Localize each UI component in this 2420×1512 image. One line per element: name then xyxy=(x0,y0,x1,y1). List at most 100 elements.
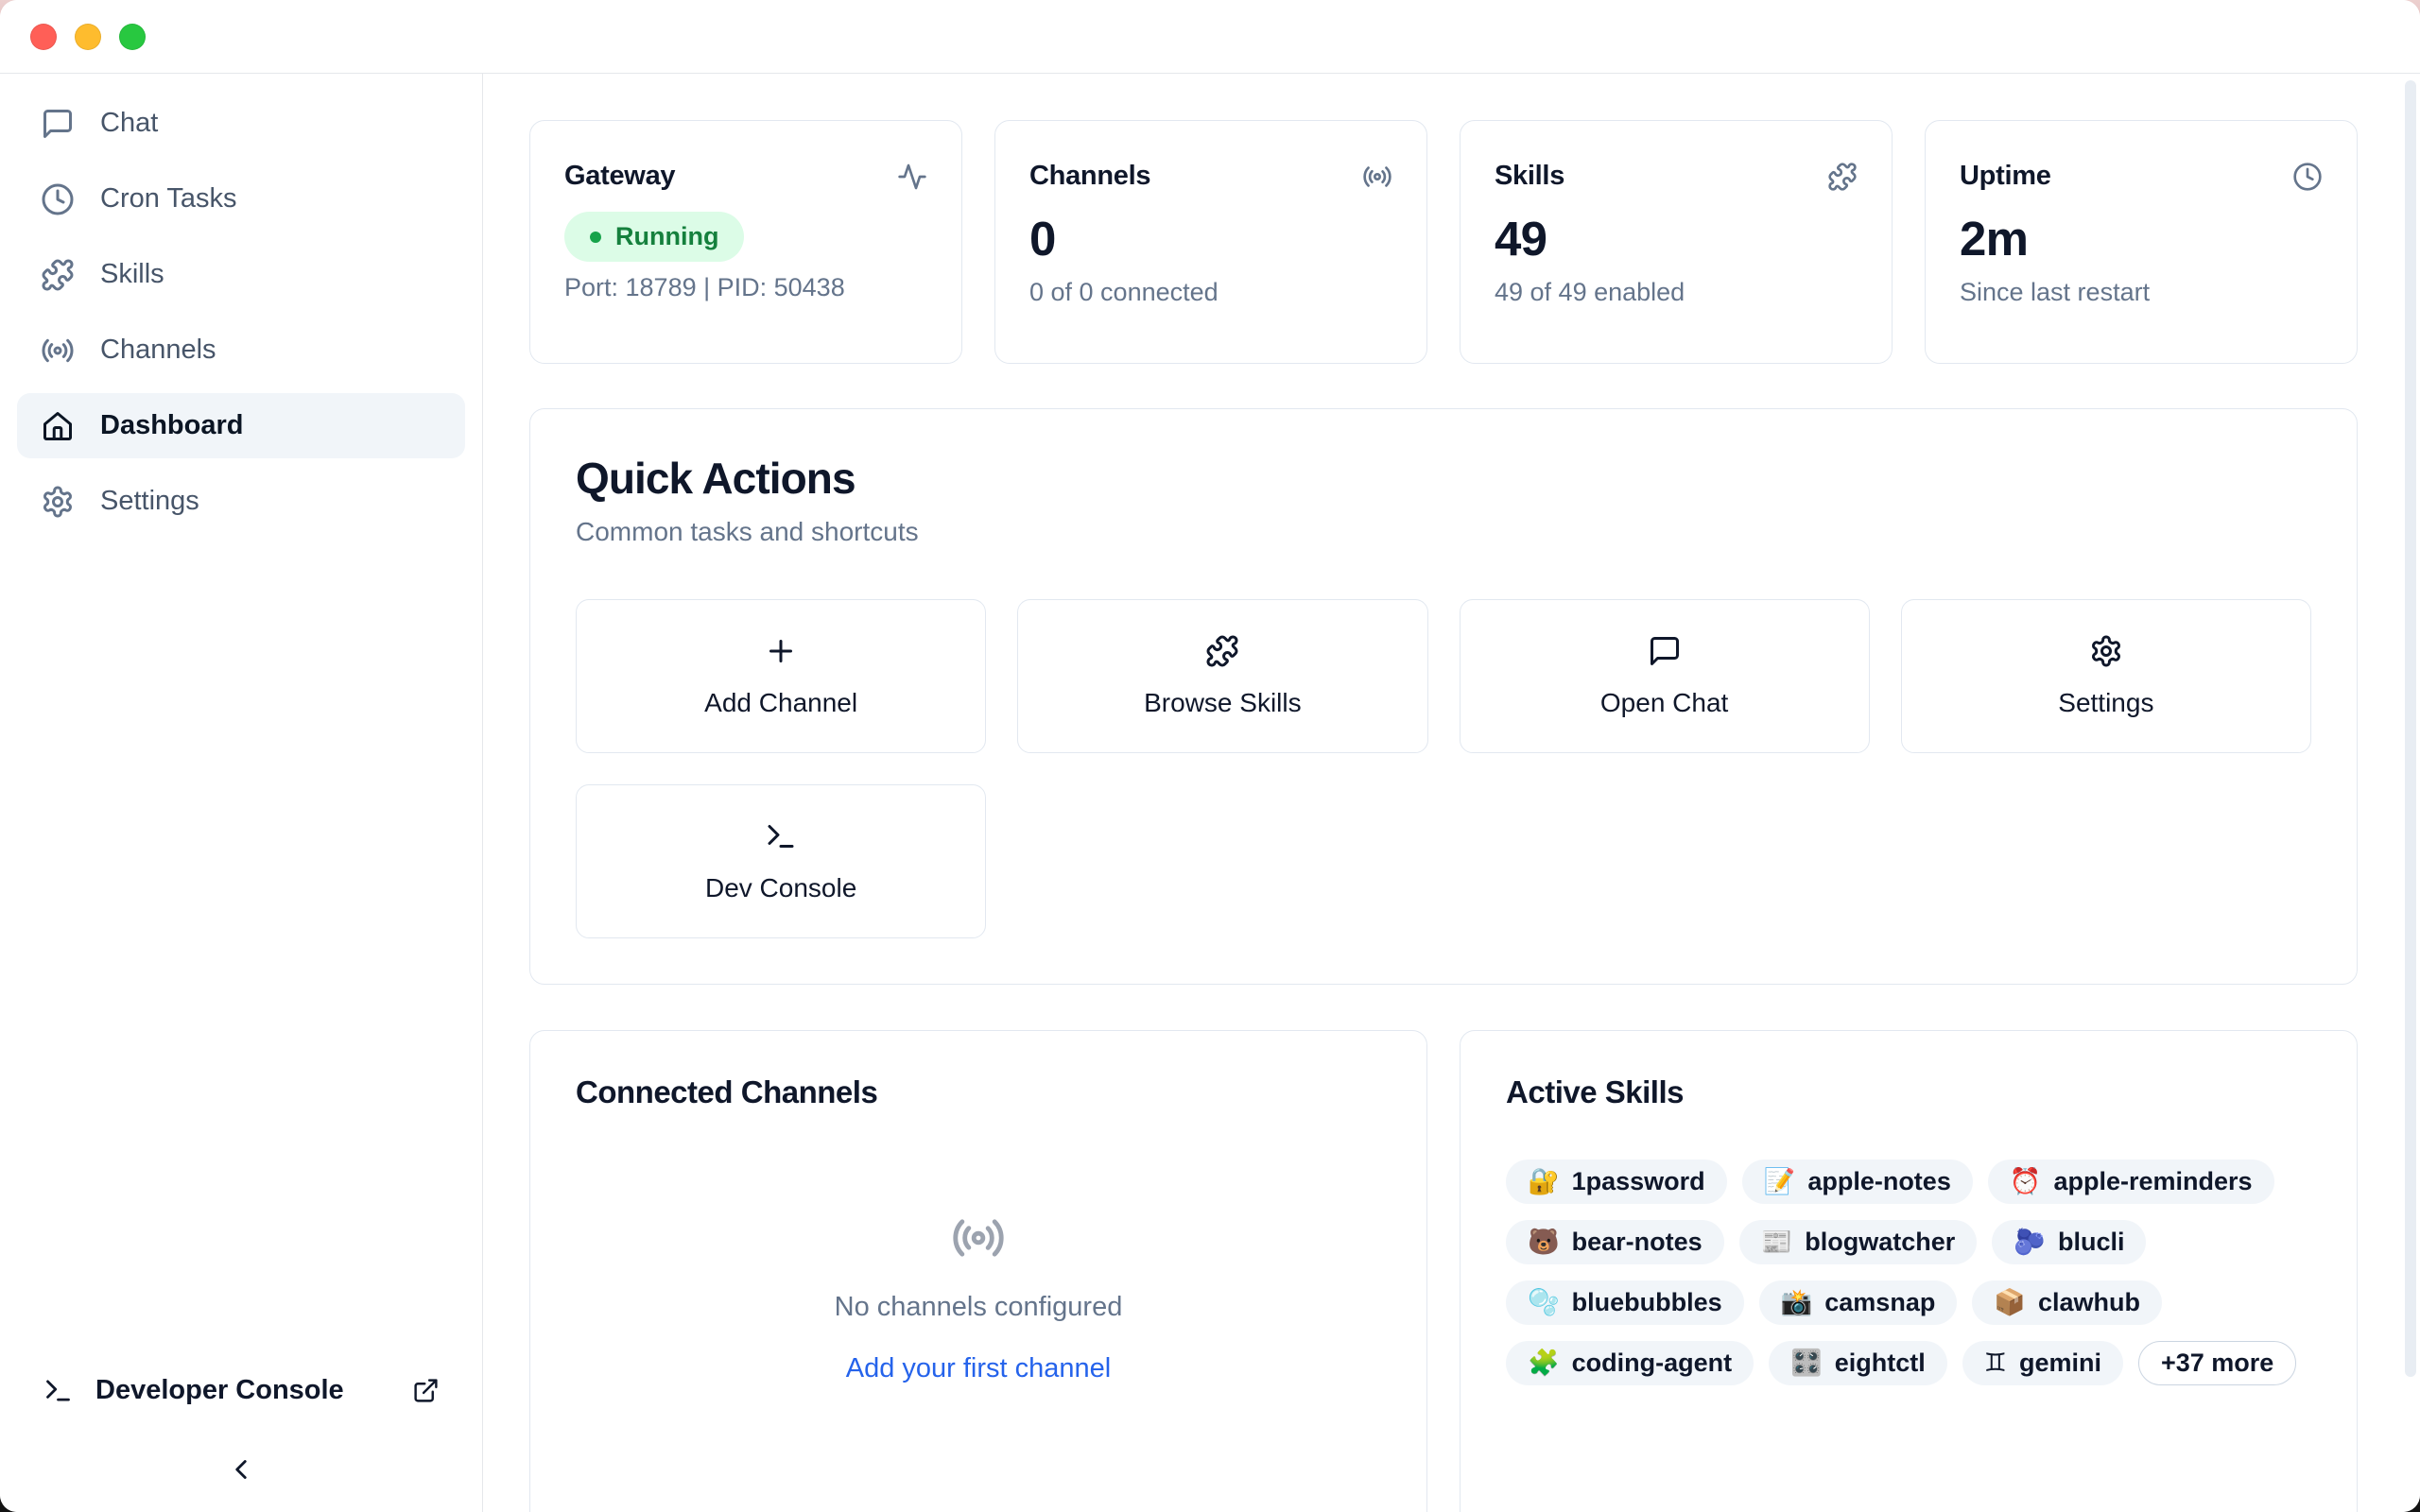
stat-card-header: Uptime xyxy=(1960,161,2323,192)
stat-card-value: 49 xyxy=(1495,211,1858,266)
puzzle-icon xyxy=(1827,162,1858,192)
home-icon xyxy=(41,409,75,443)
skill-badge-clawhub: 📦clawhub xyxy=(1972,1280,2162,1325)
stat-card-value: 2m xyxy=(1960,211,2323,266)
minimize-window-button[interactable] xyxy=(75,24,101,50)
clock-icon xyxy=(41,182,75,216)
skill-emoji-icon: 🐻 xyxy=(1528,1229,1560,1255)
skill-badge-blucli: 🫐 blucli xyxy=(1992,1220,2146,1264)
skill-name: gemini xyxy=(2019,1349,2101,1378)
sidebar-item-cron-tasks[interactable]: Cron Tasks xyxy=(17,166,465,232)
chat-icon xyxy=(1648,634,1682,668)
status-dot-icon xyxy=(590,232,601,243)
skill-badge-eightctl: 🎛️eightctl xyxy=(1769,1341,1947,1385)
skill-emoji-icon: 📦 xyxy=(1994,1290,2026,1315)
sidebar-item-label: Skills xyxy=(100,259,164,290)
puzzle-icon xyxy=(1205,634,1239,668)
sidebar-footer: Developer Console xyxy=(0,1375,482,1512)
stat-card-uptime: Uptime2mSince last restart xyxy=(1925,120,2358,364)
stat-card-header: Channels xyxy=(1029,161,1392,192)
skill-emoji-icon: 🔐 xyxy=(1528,1169,1560,1194)
stat-card-channels: Channels 0 0 of 0 connected xyxy=(994,120,1427,364)
channels-empty-text: No channels configured xyxy=(835,1292,1123,1323)
skill-emoji-icon: 🫐 xyxy=(2014,1229,2046,1255)
sidebar-item-channels[interactable]: Channels xyxy=(17,318,465,383)
stat-card-title: Skills xyxy=(1495,161,1564,192)
radio-icon xyxy=(1362,162,1392,192)
skill-name: camsnap xyxy=(1824,1288,1935,1317)
quick-action-browse-skills[interactable]: Browse Skills xyxy=(1017,599,1427,753)
skill-badge-bluebubbles: 🫧 bluebubbles xyxy=(1506,1280,1744,1325)
close-window-button[interactable] xyxy=(30,24,57,50)
connected-channels-title: Connected Channels xyxy=(576,1074,1381,1110)
quick-action-settings[interactable]: Settings xyxy=(1901,599,2311,753)
sidebar-item-dashboard[interactable]: Dashboard xyxy=(17,393,465,458)
sidebar-item-label: Cron Tasks xyxy=(100,183,237,215)
zoom-window-button[interactable] xyxy=(119,24,146,50)
skill-badge-coding-agent: 🧩coding-agent xyxy=(1506,1341,1754,1385)
stats-row: GatewayRunningPort: 18789 | PID: 50438Ch… xyxy=(529,120,2358,364)
bottom-row: Connected Channels No channels configure… xyxy=(529,1030,2358,1512)
vertical-scrollbar-thumb[interactable] xyxy=(2405,80,2416,1377)
collapse-row xyxy=(43,1453,440,1486)
title-bar xyxy=(0,0,2420,74)
skill-name: blogwatcher xyxy=(1805,1228,1955,1257)
activity-icon xyxy=(897,162,927,192)
developer-console-button[interactable]: Developer Console xyxy=(43,1375,440,1406)
skill-emoji-icon: 🫧 xyxy=(1528,1290,1560,1315)
collapse-sidebar-button[interactable] xyxy=(225,1453,257,1486)
skill-emoji-icon: 🎛️ xyxy=(1790,1350,1823,1376)
skills-more-button[interactable]: +37 more xyxy=(2138,1341,2296,1385)
stat-card-title: Uptime xyxy=(1960,161,2051,192)
status-badge-label: Running xyxy=(615,222,718,251)
skill-emoji-icon: 📰 xyxy=(1761,1229,1793,1255)
terminal-icon xyxy=(43,1375,74,1406)
quick-action-label: Add Channel xyxy=(704,688,857,718)
sidebar-item-label: Dashboard xyxy=(100,410,243,441)
quick-actions-subtitle: Common tasks and shortcuts xyxy=(576,517,2311,547)
puzzle-icon xyxy=(41,258,75,292)
quick-action-dev-console[interactable]: Dev Console xyxy=(576,784,986,938)
stat-card-subtext: 0 of 0 connected xyxy=(1029,278,1392,307)
status-badge: Running xyxy=(564,212,744,262)
stat-card-value: 0 xyxy=(1029,211,1392,266)
stat-card-header: Skills xyxy=(1495,161,1858,192)
quick-actions-grid: Add Channel Browse Skills Open Chat Setting… xyxy=(576,599,2311,938)
skill-name: 1password xyxy=(1572,1167,1705,1196)
sidebar-item-label: Settings xyxy=(100,486,199,517)
sidebar-nav: Chat Cron Tasks Skills Channels Dashboard Set… xyxy=(0,91,482,534)
stat-card-subtext: Port: 18789 | PID: 50438 xyxy=(564,273,927,302)
stat-card-title: Channels xyxy=(1029,161,1150,192)
skill-name: apple-reminders xyxy=(2053,1167,2252,1196)
sidebar-item-settings[interactable]: Settings xyxy=(17,469,465,534)
channels-empty-state: No channels configured Add your first ch… xyxy=(576,1211,1381,1384)
skill-emoji-icon: 📝 xyxy=(1764,1169,1796,1194)
skill-name: bear-notes xyxy=(1572,1228,1703,1257)
quick-action-label: Browse Skills xyxy=(1144,688,1301,718)
skill-emoji-icon: ♊ xyxy=(1984,1350,2007,1376)
quick-action-label: Dev Console xyxy=(705,873,856,903)
skill-badge-blogwatcher: 📰 blogwatcher xyxy=(1739,1220,1978,1264)
skill-emoji-icon: 📸 xyxy=(1781,1290,1813,1315)
skill-emoji-icon: ⏰ xyxy=(2010,1169,2042,1194)
quick-action-label: Settings xyxy=(2058,688,2153,718)
skill-badge-1password: 🔐 1password xyxy=(1506,1160,1727,1204)
skill-badge-camsnap: 📸 camsnap xyxy=(1759,1280,1958,1325)
sidebar-item-skills[interactable]: Skills xyxy=(17,242,465,307)
add-first-channel-link[interactable]: Add your first channel xyxy=(846,1353,1111,1384)
external-link-icon xyxy=(412,1377,440,1404)
plus-icon xyxy=(764,634,798,668)
quick-action-add-channel[interactable]: Add Channel xyxy=(576,599,986,753)
radio-icon xyxy=(951,1211,1006,1265)
quick-actions-title: Quick Actions xyxy=(576,453,2311,504)
stat-card-subtext: 49 of 49 enabled xyxy=(1495,278,1858,307)
developer-console-label: Developer Console xyxy=(95,1375,344,1406)
quick-action-open-chat[interactable]: Open Chat xyxy=(1460,599,1870,753)
sidebar-item-chat[interactable]: Chat xyxy=(17,91,465,156)
skill-name: apple-notes xyxy=(1807,1167,1951,1196)
connected-channels-card: Connected Channels No channels configure… xyxy=(529,1030,1427,1512)
stat-card-skills: Skills 49 49 of 49 enabled xyxy=(1460,120,1893,364)
skill-badge-apple-notes: 📝 apple-notes xyxy=(1742,1160,1973,1204)
skill-name: bluebubbles xyxy=(1572,1288,1722,1317)
skill-name: blucli xyxy=(2058,1228,2125,1257)
